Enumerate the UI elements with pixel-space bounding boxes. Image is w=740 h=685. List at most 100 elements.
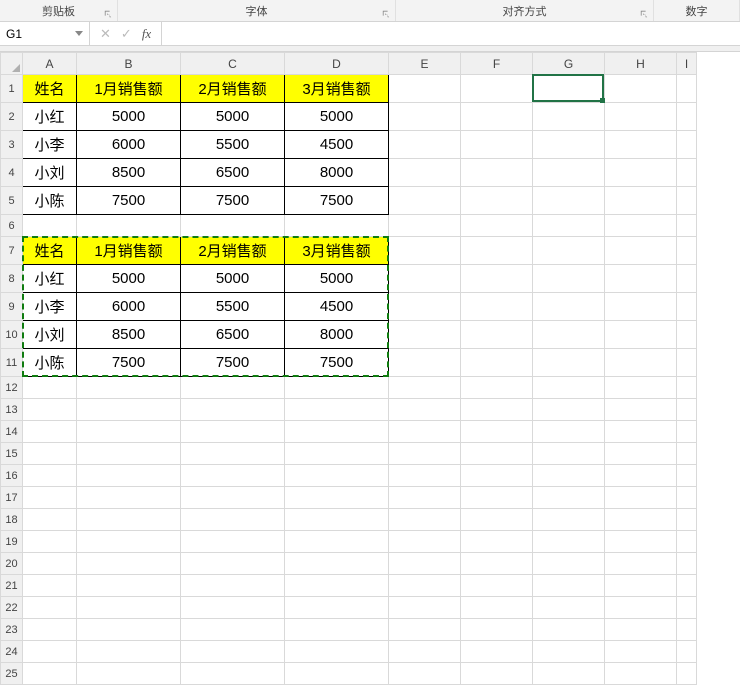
cell-A1[interactable]: 姓名 [23,75,77,103]
cell-I12[interactable] [677,377,697,399]
cell-E10[interactable] [389,321,461,349]
cell-F19[interactable] [461,531,533,553]
cell-E18[interactable] [389,509,461,531]
cancel-icon[interactable]: ✕ [100,26,111,42]
row-header-10[interactable]: 10 [1,321,23,349]
cell-H3[interactable] [605,131,677,159]
cell-G2[interactable] [533,103,605,131]
cell-I20[interactable] [677,553,697,575]
cell-D24[interactable] [285,641,389,663]
cell-B7[interactable]: 1月销售额 [77,237,181,265]
cell-G23[interactable] [533,619,605,641]
cell-C18[interactable] [181,509,285,531]
cell-A21[interactable] [23,575,77,597]
cell-A18[interactable] [23,509,77,531]
cell-B10[interactable]: 8500 [77,321,181,349]
cell-E8[interactable] [389,265,461,293]
cell-H2[interactable] [605,103,677,131]
column-header-D[interactable]: D [285,53,389,75]
row-header-2[interactable]: 2 [1,103,23,131]
cell-E5[interactable] [389,187,461,215]
cell-B11[interactable]: 7500 [77,349,181,377]
fx-icon[interactable]: fx [142,26,151,42]
cell-C25[interactable] [181,663,285,685]
cell-B19[interactable] [77,531,181,553]
cell-D23[interactable] [285,619,389,641]
cell-E4[interactable] [389,159,461,187]
cell-B16[interactable] [77,465,181,487]
cell-D21[interactable] [285,575,389,597]
cell-E24[interactable] [389,641,461,663]
cell-C14[interactable] [181,421,285,443]
cell-F15[interactable] [461,443,533,465]
cell-E12[interactable] [389,377,461,399]
cell-I3[interactable] [677,131,697,159]
row-header-21[interactable]: 21 [1,575,23,597]
cell-E15[interactable] [389,443,461,465]
cell-A25[interactable] [23,663,77,685]
cell-H14[interactable] [605,421,677,443]
cell-G18[interactable] [533,509,605,531]
cell-E21[interactable] [389,575,461,597]
cell-F11[interactable] [461,349,533,377]
cell-A24[interactable] [23,641,77,663]
row-header-23[interactable]: 23 [1,619,23,641]
cell-I21[interactable] [677,575,697,597]
cell-C11[interactable]: 7500 [181,349,285,377]
cell-I19[interactable] [677,531,697,553]
cell-H17[interactable] [605,487,677,509]
cell-H19[interactable] [605,531,677,553]
cell-A3[interactable]: 小李 [23,131,77,159]
cell-A10[interactable]: 小刘 [23,321,77,349]
cell-E17[interactable] [389,487,461,509]
cell-C24[interactable] [181,641,285,663]
cell-C3[interactable]: 5500 [181,131,285,159]
dialog-launcher-icon[interactable] [103,9,113,19]
cell-B24[interactable] [77,641,181,663]
cell-G24[interactable] [533,641,605,663]
cell-F23[interactable] [461,619,533,641]
cell-I6[interactable] [677,215,697,237]
cell-D6[interactable] [285,215,389,237]
cell-D4[interactable]: 8000 [285,159,389,187]
cell-E7[interactable] [389,237,461,265]
cell-F5[interactable] [461,187,533,215]
cell-A4[interactable]: 小刘 [23,159,77,187]
cell-C10[interactable]: 6500 [181,321,285,349]
cell-A23[interactable] [23,619,77,641]
cell-F4[interactable] [461,159,533,187]
cell-B2[interactable]: 5000 [77,103,181,131]
cell-D12[interactable] [285,377,389,399]
name-box[interactable]: G1 [0,22,90,45]
cell-H25[interactable] [605,663,677,685]
cell-I13[interactable] [677,399,697,421]
row-header-7[interactable]: 7 [1,237,23,265]
ribbon-group-font[interactable]: 字体 [118,0,396,21]
cell-G25[interactable] [533,663,605,685]
cell-D9[interactable]: 4500 [285,293,389,321]
row-header-17[interactable]: 17 [1,487,23,509]
row-header-20[interactable]: 20 [1,553,23,575]
cell-D5[interactable]: 7500 [285,187,389,215]
cell-G16[interactable] [533,465,605,487]
cell-H15[interactable] [605,443,677,465]
cell-F21[interactable] [461,575,533,597]
cell-B18[interactable] [77,509,181,531]
cell-I17[interactable] [677,487,697,509]
cell-A14[interactable] [23,421,77,443]
cell-F1[interactable] [461,75,533,103]
cell-C7[interactable]: 2月销售额 [181,237,285,265]
spreadsheet[interactable]: ABCDEFGHI 1姓名1月销售额2月销售额3月销售额2小红500050005… [0,52,740,685]
cell-B23[interactable] [77,619,181,641]
cell-C15[interactable] [181,443,285,465]
cell-G22[interactable] [533,597,605,619]
cell-H9[interactable] [605,293,677,321]
cell-I9[interactable] [677,293,697,321]
cell-A17[interactable] [23,487,77,509]
cell-B4[interactable]: 8500 [77,159,181,187]
row-header-8[interactable]: 8 [1,265,23,293]
cell-E16[interactable] [389,465,461,487]
cell-F22[interactable] [461,597,533,619]
cell-G12[interactable] [533,377,605,399]
cell-E6[interactable] [389,215,461,237]
